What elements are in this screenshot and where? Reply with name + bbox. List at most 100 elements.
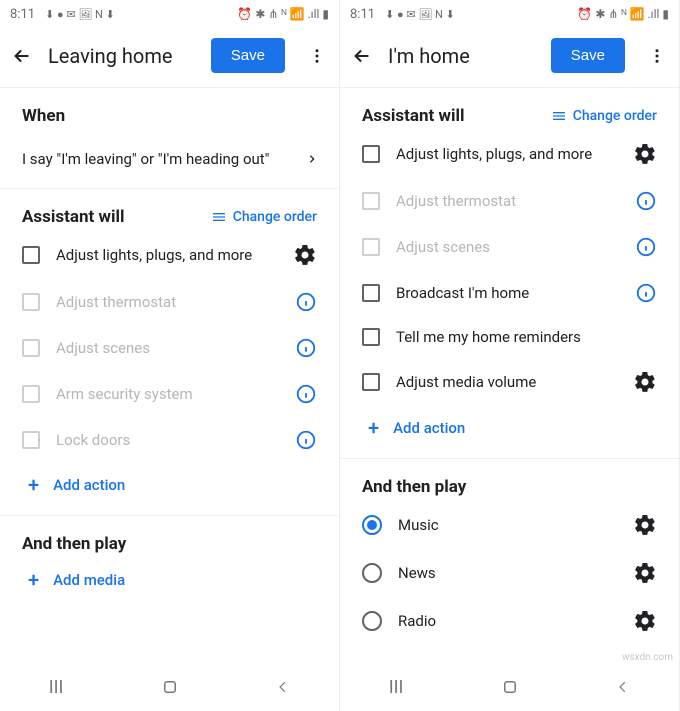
action-row[interactable]: Adjust thermostat: [340, 178, 679, 224]
nav-bar: III: [0, 663, 339, 711]
play-option-row[interactable]: News: [340, 549, 679, 597]
gear-icon[interactable]: [633, 142, 657, 166]
content-area: When I say "I'm leaving" or "I'm heading…: [0, 88, 339, 663]
status-time: 8:11: [350, 7, 375, 22]
gear-icon[interactable]: [633, 513, 657, 537]
add-media-label: Add media: [53, 571, 125, 589]
play-option-row[interactable]: Music: [340, 501, 679, 549]
play-heading: And then play: [340, 459, 679, 501]
change-order-button[interactable]: Change order: [551, 108, 657, 124]
action-label: Broadcast I'm home: [396, 284, 619, 302]
checkbox[interactable]: [22, 339, 40, 357]
assistant-will-heading-row: Assistant will Change order: [0, 189, 339, 231]
info-icon[interactable]: [295, 291, 317, 313]
assistant-will-heading: Assistant will: [362, 106, 464, 126]
action-row[interactable]: Adjust thermostat: [0, 279, 339, 325]
action-row[interactable]: Broadcast I'm home: [340, 270, 679, 316]
checkbox[interactable]: [22, 293, 40, 311]
arrow-left-icon: [11, 45, 33, 67]
checkbox[interactable]: [22, 431, 40, 449]
action-label: Adjust scenes: [396, 238, 619, 256]
add-action-button[interactable]: + Add action: [0, 463, 339, 507]
action-row[interactable]: Lock doors: [0, 417, 339, 463]
action-label: Tell me my home reminders: [396, 328, 657, 346]
back-nav-button[interactable]: [276, 680, 290, 694]
action-row[interactable]: Adjust lights, plugs, and more: [0, 231, 339, 279]
plus-icon: +: [28, 475, 39, 495]
checkbox[interactable]: [22, 246, 40, 264]
status-time: 8:11: [10, 7, 35, 22]
action-row[interactable]: Adjust lights, plugs, and more: [340, 130, 679, 178]
play-option-label: Radio: [398, 612, 617, 630]
info-icon[interactable]: [295, 337, 317, 359]
save-button[interactable]: Save: [551, 38, 625, 73]
back-nav-button[interactable]: [616, 680, 630, 694]
play-option-row[interactable]: Radio: [340, 597, 679, 645]
action-row[interactable]: Tell me my home reminders: [340, 316, 679, 358]
gear-icon[interactable]: [633, 609, 657, 633]
info-icon[interactable]: [635, 190, 657, 212]
action-row[interactable]: Adjust scenes: [340, 224, 679, 270]
checkbox[interactable]: [362, 145, 380, 163]
status-right-icons: ⏰ ✱ ⋔ ᴺ 📶 .ıll ▮: [577, 7, 669, 21]
action-label: Adjust scenes: [56, 339, 279, 357]
app-header: Leaving home Save: [0, 28, 339, 88]
overflow-menu-button[interactable]: [305, 44, 329, 68]
add-media-button[interactable]: + Add media: [0, 558, 339, 602]
action-label: Adjust media volume: [396, 373, 617, 391]
plus-icon: +: [28, 570, 39, 590]
status-bar: 8:11 ⬇ ● ✉ 🖼 N ⬇ ⏰ ✱ ⋔ ᴺ 📶 .ıll ▮: [0, 0, 339, 28]
radio[interactable]: [362, 515, 382, 535]
action-label: Adjust thermostat: [56, 293, 279, 311]
gear-icon[interactable]: [633, 370, 657, 394]
checkbox[interactable]: [362, 284, 380, 302]
gear-icon[interactable]: [633, 561, 657, 585]
status-right-icons: ⏰ ✱ ⋔ ᴺ 📶 .ıll ▮: [237, 7, 329, 21]
add-action-label: Add action: [393, 419, 465, 437]
phone-right: 8:11 ⬇ ● ✉ 🖼 N ⬇ ⏰ ✱ ⋔ ᴺ 📶 .ıll ▮ I'm ho…: [340, 0, 680, 711]
back-button[interactable]: [10, 44, 34, 68]
action-row[interactable]: Adjust scenes: [0, 325, 339, 371]
save-button[interactable]: Save: [211, 38, 285, 73]
action-label: Lock doors: [56, 431, 279, 449]
info-icon[interactable]: [295, 429, 317, 451]
change-order-label: Change order: [573, 108, 657, 124]
app-header: I'm home Save: [340, 28, 679, 88]
play-heading: And then play: [0, 516, 339, 558]
nav-bar: III: [340, 663, 679, 711]
info-icon[interactable]: [635, 282, 657, 304]
radio[interactable]: [362, 563, 382, 583]
action-row[interactable]: Adjust media volume: [340, 358, 679, 406]
recents-button[interactable]: III: [49, 677, 64, 698]
reorder-icon: [211, 209, 227, 225]
status-left-icons: ⬇ ● ✉ 🖼 N ⬇: [385, 8, 455, 21]
play-option-label: Music: [398, 516, 617, 534]
play-option-label: News: [398, 564, 617, 582]
home-button[interactable]: [161, 678, 179, 696]
status-left-icons: ⬇ ● ✉ 🖼 N ⬇: [45, 8, 115, 21]
action-row[interactable]: Arm security system: [0, 371, 339, 417]
radio[interactable]: [362, 611, 382, 631]
gear-icon[interactable]: [293, 243, 317, 267]
change-order-button[interactable]: Change order: [211, 209, 317, 225]
checkbox[interactable]: [362, 192, 380, 210]
assistant-will-heading-row: Assistant will Change order: [340, 88, 679, 130]
back-button[interactable]: [350, 44, 374, 68]
kebab-icon: [308, 47, 326, 65]
overflow-menu-button[interactable]: [645, 44, 669, 68]
checkbox[interactable]: [362, 373, 380, 391]
checkbox[interactable]: [362, 238, 380, 256]
recents-button[interactable]: III: [389, 677, 404, 698]
checkbox[interactable]: [22, 385, 40, 403]
when-trigger-row[interactable]: I say "I'm leaving" or "I'm heading out": [0, 130, 339, 189]
chevron-right-icon: [307, 151, 317, 167]
phone-left: 8:11 ⬇ ● ✉ 🖼 N ⬇ ⏰ ✱ ⋔ ᴺ 📶 .ıll ▮ Leavin…: [0, 0, 340, 711]
info-icon[interactable]: [295, 383, 317, 405]
add-action-button[interactable]: + Add action: [340, 406, 679, 450]
info-icon[interactable]: [635, 236, 657, 258]
checkbox[interactable]: [362, 328, 380, 346]
arrow-left-icon: [351, 45, 373, 67]
home-button[interactable]: [501, 678, 519, 696]
action-label: Adjust thermostat: [396, 192, 619, 210]
action-label: Adjust lights, plugs, and more: [56, 246, 277, 264]
